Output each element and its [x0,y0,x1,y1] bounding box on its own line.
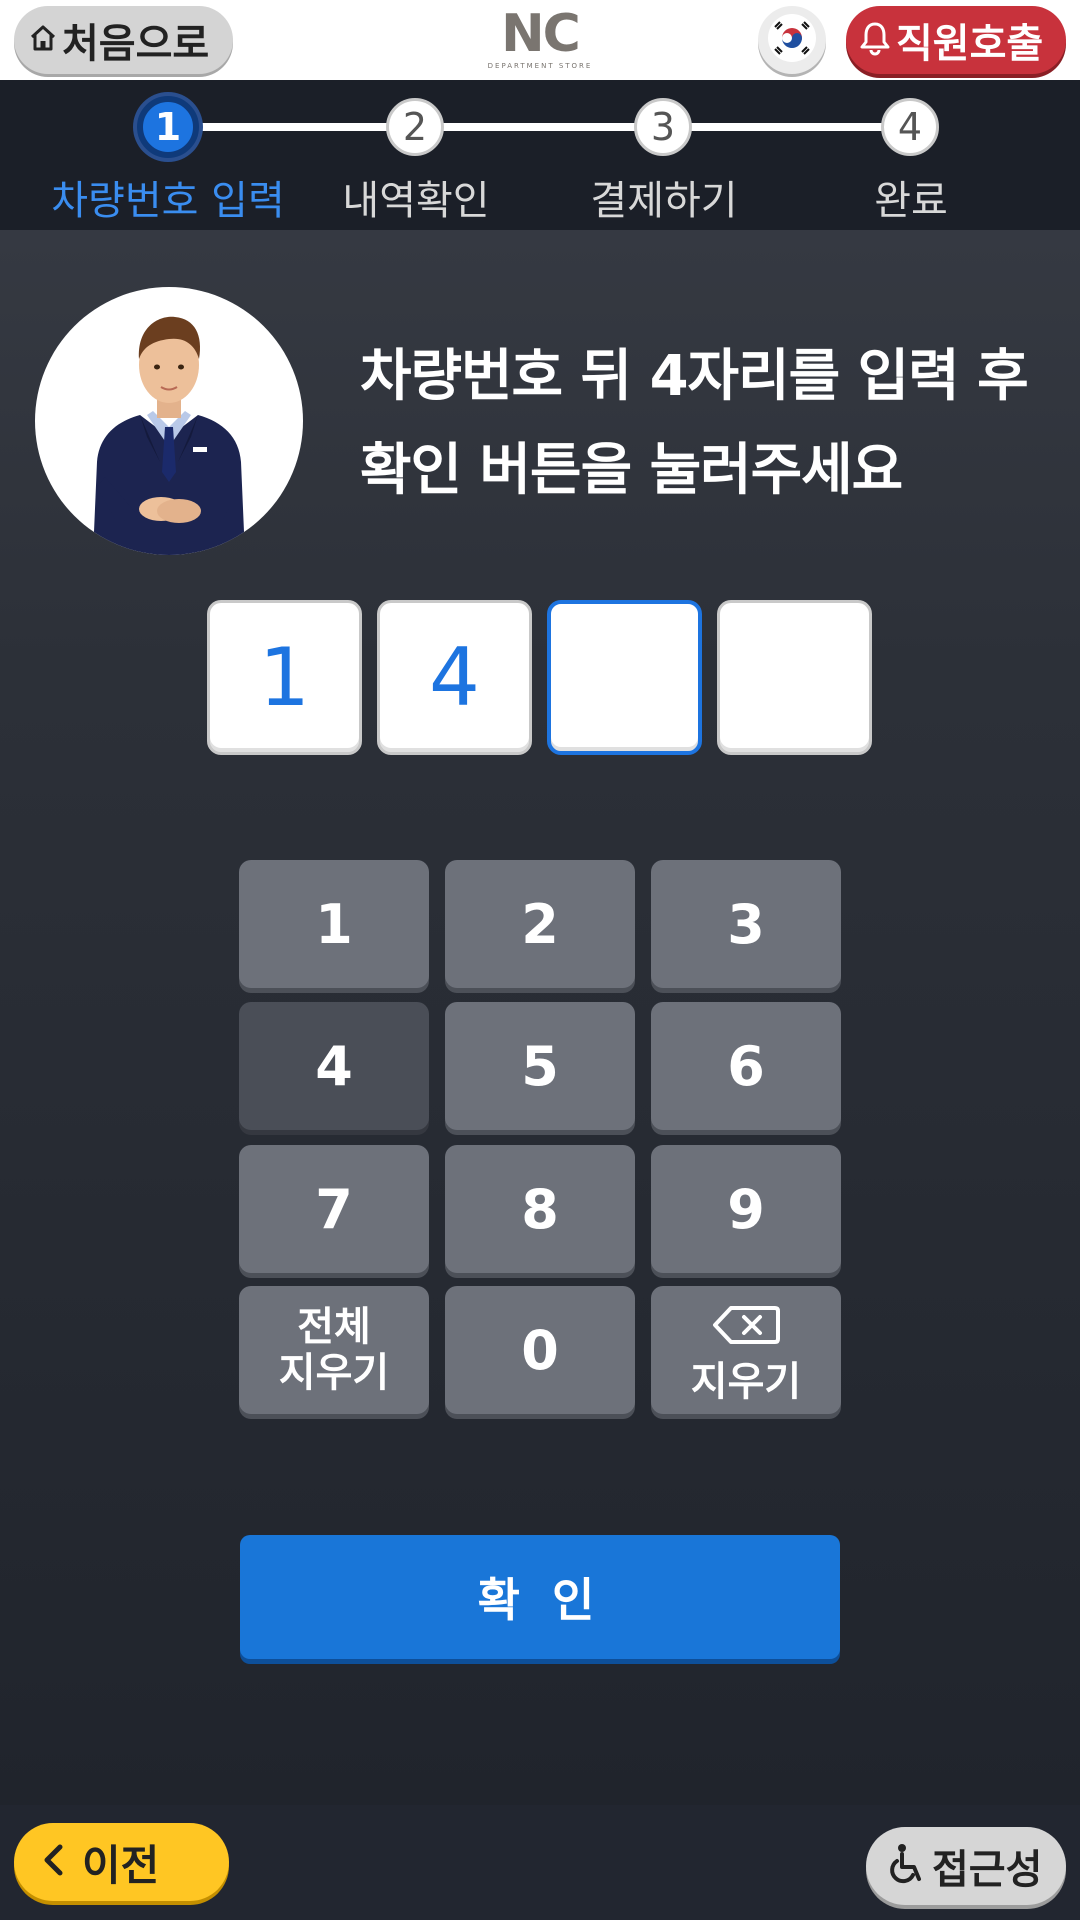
top-bar: 처음으로 NC DEPARTMENT STORE 직원호출 [0,0,1080,80]
language-button[interactable] [758,6,826,74]
logo-mark: NC [501,4,581,64]
clear-all-button[interactable]: 전체 지우기 [239,1286,429,1414]
digit-field-3[interactable] [547,600,702,755]
backspace-label: 지우기 [690,1358,802,1405]
step-3-indicator: 3 [634,98,692,156]
keypad-7-button[interactable]: 7 [239,1145,429,1273]
accessibility-label: 접근성 [932,1847,1043,1893]
keypad-5-button[interactable]: 5 [445,1002,635,1130]
previous-button[interactable]: 이전 [14,1823,229,1901]
wheelchair-icon [886,1843,926,1889]
digit-field-2[interactable]: 4 [377,600,532,755]
kiosk-screen: 처음으로 NC DEPARTMENT STORE 직원호출 1 2 3 4 차량… [0,0,1080,1920]
keypad-1-button[interactable]: 1 [239,860,429,988]
step-connector [663,123,911,131]
keypad-3-button[interactable]: 3 [651,860,841,988]
step-4-indicator: 4 [881,98,939,156]
confirm-button[interactable]: 확 인 [240,1535,840,1659]
step-1-indicator: 1 [137,96,199,158]
bottom-bar: 이전 접근성 [0,1805,1080,1920]
step-1-label: 차량번호 입력 [51,178,285,224]
bell-icon [858,20,892,60]
store-logo: NC DEPARTMENT STORE [475,6,605,72]
keypad-4-button[interactable]: 4 [239,1002,429,1130]
keypad-8-button[interactable]: 8 [445,1145,635,1273]
backspace-icon [711,1296,781,1359]
step-3-label: 결제하기 [590,178,738,224]
step-2-indicator: 2 [386,98,444,156]
clear-all-label-line-2: 지우기 [278,1350,390,1396]
digit-field-1[interactable]: 1 [207,600,362,755]
keypad-6-button[interactable]: 6 [651,1002,841,1130]
instruction-line-1: 차량번호 뒤 4자리를 입력 후 [360,344,1029,409]
previous-label: 이전 [82,1840,160,1890]
home-button[interactable]: 처음으로 [14,6,233,74]
step-connector [168,123,416,131]
accessibility-button[interactable]: 접근성 [866,1827,1066,1905]
clear-all-label-line-1: 전체 [297,1304,371,1350]
home-icon [28,23,58,57]
step-4-label: 완료 [874,178,948,224]
keypad-0-button[interactable]: 0 [445,1286,635,1414]
home-button-label: 처음으로 [62,21,210,67]
korea-flag-icon [767,13,817,67]
backspace-button[interactable]: 지우기 [651,1286,841,1414]
instruction-text: 차량번호 뒤 4자리를 입력 후 확인 버튼을 눌러주세요 [360,330,1050,518]
step-connector [415,123,663,131]
keypad-2-button[interactable]: 2 [445,860,635,988]
step-2-label: 내역확인 [342,178,490,224]
logo-subtitle: DEPARTMENT STORE [487,62,593,70]
chevron-left-icon [42,1843,64,1881]
call-staff-label: 직원호출 [896,21,1044,67]
instruction-line-2: 확인 버튼을 눌러주세요 [360,438,903,503]
keypad-9-button[interactable]: 9 [651,1145,841,1273]
progress-stepper: 1 2 3 4 차량번호 입력 내역확인 결제하기 완료 [0,80,1080,230]
digit-field-4[interactable] [717,600,872,755]
call-staff-button[interactable]: 직원호출 [846,6,1066,74]
guide-avatar [35,287,303,555]
